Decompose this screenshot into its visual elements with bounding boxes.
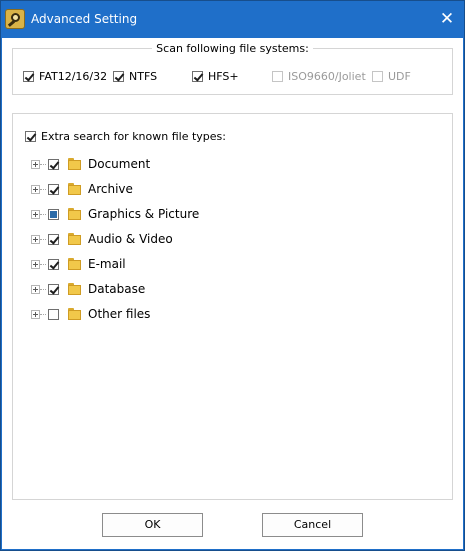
tree-connector — [40, 314, 46, 315]
folder-icon — [68, 258, 81, 270]
app-search-icon — [5, 9, 25, 29]
title-bar[interactable]: Advanced Setting ✕ — [1, 1, 464, 38]
tree-connector — [40, 164, 46, 165]
window-title: Advanced Setting — [31, 12, 138, 26]
tree-connector — [40, 214, 46, 215]
expand-archive-icon[interactable] — [31, 185, 40, 194]
folder-icon — [68, 183, 81, 195]
expand-database-icon[interactable] — [31, 285, 40, 294]
folder-icon — [68, 283, 81, 295]
folder-icon — [68, 158, 81, 170]
expand-email-icon[interactable] — [31, 260, 40, 269]
tree-connector — [40, 189, 46, 190]
filetype-checkbox-graphics[interactable] — [48, 209, 59, 220]
folder-icon — [68, 208, 81, 220]
fs-label-ntfs: NTFS — [129, 70, 158, 83]
filesystems-legend: Scan following file systems: — [13, 41, 452, 55]
filesystems-group: Scan following file systems: FAT12/16/32… — [12, 42, 453, 95]
fs-label-udf: UDF — [388, 70, 411, 83]
tree-connector — [40, 289, 46, 290]
filetype-label-database: Database — [88, 282, 146, 296]
ok-button[interactable]: OK — [102, 513, 203, 537]
expand-audio-video-icon[interactable] — [31, 235, 40, 244]
filetype-label-document: Document — [88, 157, 151, 171]
cancel-button[interactable]: Cancel — [262, 513, 363, 537]
advanced-setting-window: Advanced Setting ✕ Scan following file s… — [0, 0, 465, 551]
fs-label-fat: FAT12/16/32 — [39, 70, 108, 83]
filetype-label-audio-video: Audio & Video — [88, 232, 173, 246]
filetypes-group: Extra search for known file types: Docum… — [12, 113, 453, 500]
fs-label-iso9660: ISO9660/Joliet — [288, 70, 366, 83]
filetype-label-archive: Archive — [88, 182, 133, 196]
folder-icon — [68, 308, 81, 320]
expand-document-icon[interactable] — [31, 160, 40, 169]
filetype-label-graphics: Graphics & Picture — [88, 207, 200, 221]
dialog-client-area: Scan following file systems: FAT12/16/32… — [2, 38, 463, 549]
fs-label-hfs: HFS+ — [208, 70, 239, 83]
filetype-checkbox-audio-video[interactable] — [48, 234, 59, 245]
filetypes-master-checkbox[interactable] — [25, 131, 36, 142]
fs-checkbox-iso9660[interactable] — [272, 71, 283, 82]
expand-other-files-icon[interactable] — [31, 310, 40, 319]
filetype-checkbox-email[interactable] — [48, 259, 59, 270]
close-button[interactable]: ✕ — [438, 10, 456, 28]
filetype-checkbox-archive[interactable] — [48, 184, 59, 195]
fs-checkbox-udf[interactable] — [372, 71, 383, 82]
fs-checkbox-ntfs[interactable] — [113, 71, 124, 82]
folder-icon — [68, 233, 81, 245]
filetype-label-other-files: Other files — [88, 307, 151, 321]
tree-connector — [40, 239, 46, 240]
filetype-label-email: E-mail — [88, 257, 126, 271]
filetype-checkbox-database[interactable] — [48, 284, 59, 295]
filetype-checkbox-other-files[interactable] — [48, 309, 59, 320]
expand-graphics-icon[interactable] — [31, 210, 40, 219]
fs-checkbox-fat[interactable] — [23, 71, 34, 82]
fs-checkbox-hfs[interactable] — [192, 71, 203, 82]
filetype-checkbox-document[interactable] — [48, 159, 59, 170]
tree-connector — [40, 264, 46, 265]
filetypes-master-label: Extra search for known file types: — [41, 130, 226, 143]
